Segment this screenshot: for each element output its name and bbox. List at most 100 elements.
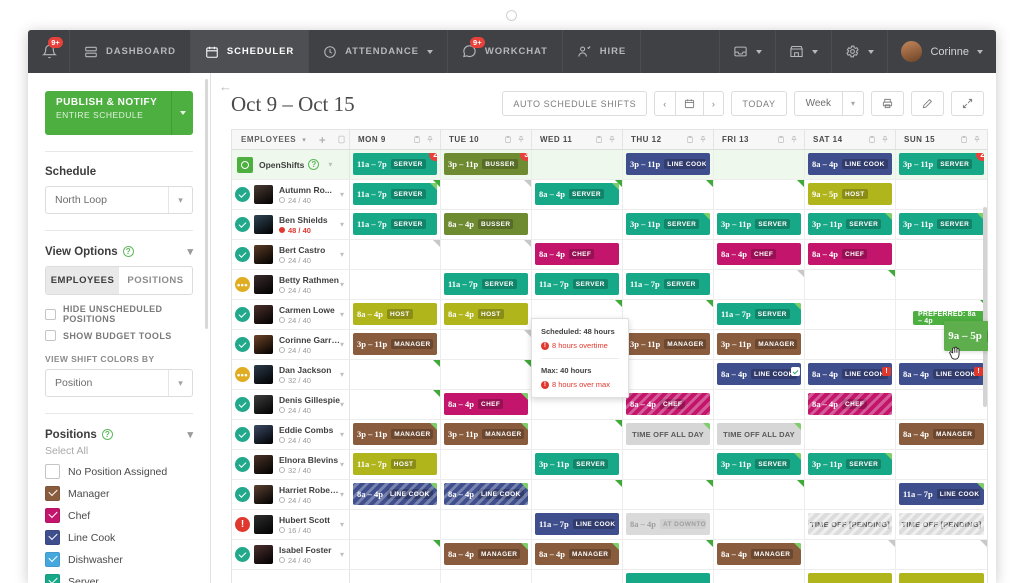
shift-block[interactable]: 8a – 4p CHEF — [444, 393, 528, 415]
shift-block[interactable]: 3p – 11p SERVER — [535, 453, 619, 475]
employee-cell[interactable]: Denis Gillespie 24 / 40 ▾ — [232, 390, 350, 419]
employee-cell[interactable]: ! Hubert Scott 16 / 40 ▾ — [232, 510, 350, 539]
schedule-cell[interactable]: 8a – 4p HOST — [350, 300, 441, 329]
schedule-cell[interactable]: 11a – 7p SERVER 2 — [350, 150, 441, 179]
shift-block[interactable]: 3p – 11p MANAGER — [353, 423, 437, 445]
schedule-cell[interactable] — [623, 540, 714, 569]
day-header-5[interactable]: SAT 14 — [805, 130, 896, 149]
shift-block[interactable]: 8a – 4p LINE COOK! — [899, 363, 984, 385]
day-header-0[interactable]: MON 9 — [350, 130, 441, 149]
shift-block[interactable]: 11a – 7p SERVER — [353, 183, 437, 205]
schedule-cell[interactable]: 3p – 11p MANAGER — [350, 330, 441, 359]
employee-cell[interactable]: OpenShifts? ▾ — [232, 150, 350, 179]
date-picker-button[interactable] — [675, 91, 704, 116]
schedule-cell[interactable]: 8a – 4p MANAGER — [896, 420, 987, 449]
shift-block[interactable]: 8a – 4p MANAGER — [535, 543, 619, 565]
clipboard-icon[interactable] — [868, 135, 876, 144]
nav-inbox[interactable] — [719, 30, 775, 73]
shift-block[interactable]: 3p – 11p SERVER — [808, 213, 892, 235]
schedule-cell[interactable] — [441, 240, 532, 269]
shift-block[interactable]: 11a – 7p LINE COOK — [899, 483, 984, 505]
schedule-cell[interactable]: 3p – 11p BUSSER 3 — [441, 150, 532, 179]
select-all-link[interactable]: Select All — [45, 445, 193, 457]
pin-icon[interactable] — [426, 135, 434, 144]
schedule-cell[interactable] — [532, 480, 623, 509]
tab-positions[interactable]: POSITIONS — [119, 267, 192, 294]
chevron-down-icon[interactable]: ▾ — [340, 550, 349, 559]
schedule-cell[interactable]: 3p – 11p SERVER — [896, 210, 987, 239]
fullscreen-button[interactable] — [951, 91, 984, 116]
position-row-server[interactable]: Server — [45, 574, 193, 583]
shift-block[interactable]: 8a – 4p BUSSER — [444, 213, 528, 235]
chevron-down-icon[interactable]: ▾ — [340, 220, 349, 229]
schedule-cell[interactable] — [805, 570, 896, 583]
schedule-cell[interactable]: 11a – 7p SERVER — [623, 270, 714, 299]
shift-block[interactable]: 3p – 11p MANAGER — [717, 333, 801, 355]
shift-block[interactable]: TIME OFF [PENDING] — [899, 513, 984, 535]
schedule-cell[interactable] — [532, 150, 623, 179]
schedule-cell[interactable] — [623, 180, 714, 209]
employee-cell[interactable]: Harriet Roberts 24 / 40 ▾ — [232, 480, 350, 509]
schedule-cell[interactable] — [623, 570, 714, 583]
schedule-cell[interactable] — [896, 450, 987, 479]
schedule-cell[interactable] — [350, 570, 441, 583]
schedule-cell[interactable] — [805, 420, 896, 449]
employee-cell[interactable]: Isabel Foster 24 / 40 ▾ — [232, 540, 350, 569]
schedule-cell[interactable]: 3p – 11p MANAGER — [623, 330, 714, 359]
schedule-cell[interactable]: 8a – 4p BUSSER — [441, 210, 532, 239]
shift-block[interactable]: TIME OFF ALL DAY — [626, 423, 710, 445]
pin-icon[interactable] — [608, 135, 616, 144]
chevron-down-icon[interactable]: ▾ — [842, 91, 864, 116]
schedule-cell[interactable]: 8a – 4p CHEF — [441, 390, 532, 419]
schedule-cell[interactable]: 8a – 4pLINE COOK — [441, 480, 532, 509]
checkbox-show-budget[interactable]: SHOW BUDGET TOOLS — [45, 330, 193, 341]
chevron-down-icon[interactable]: ▾ — [328, 160, 337, 169]
schedule-cell[interactable] — [350, 390, 441, 419]
shift-block[interactable]: 3p – 11p MANAGER — [626, 333, 710, 355]
employee-cell[interactable]: Carmen Lowe 24 / 40 ▾ — [232, 300, 350, 329]
schedule-select[interactable]: North Loop ▾ — [45, 186, 193, 214]
chevron-down-icon[interactable]: ▾ — [302, 136, 306, 144]
schedule-cell[interactable] — [805, 540, 896, 569]
clipboard-icon[interactable] — [686, 135, 694, 144]
schedule-cell[interactable]: 11a – 7p LINE COOK — [532, 510, 623, 539]
schedule-cell[interactable]: 3p – 11p MANAGER — [441, 420, 532, 449]
schedule-cell[interactable] — [532, 420, 623, 449]
schedule-cell[interactable] — [441, 180, 532, 209]
shift-block[interactable]: 8a – 4p CHEF — [808, 243, 892, 265]
nav-settings[interactable] — [831, 30, 887, 73]
position-row-chef[interactable]: Chef — [45, 508, 193, 523]
range-select[interactable]: Week ▾ — [793, 91, 864, 116]
chevron-down-icon[interactable]: ▾ — [187, 428, 193, 441]
employee-cell[interactable]: ••• Betty Rathmen 24 / 40 ▾ — [232, 270, 350, 299]
shift-block[interactable]: 11a – 7p SERVER 2 — [353, 153, 437, 175]
shift-block[interactable]: 8a – 4p HOST — [353, 303, 437, 325]
chevron-down-icon[interactable]: ▾ — [340, 280, 349, 289]
schedule-cell[interactable] — [714, 150, 805, 179]
clipboard-icon[interactable] — [595, 135, 603, 144]
nav-workchat[interactable]: 9+ WORKCHAT — [448, 30, 563, 73]
shift-block[interactable]: 8a – 4p MANAGER — [717, 543, 801, 565]
grid-scrollbar[interactable] — [983, 207, 987, 407]
shift-block[interactable]: 9a – 5p HOST — [808, 183, 892, 205]
schedule-cell[interactable]: TIME OFF [PENDING] — [805, 510, 896, 539]
shift-block[interactable]: 11a – 7p SERVER — [444, 273, 528, 295]
schedule-cell[interactable]: 3p – 11p SERVER — [714, 450, 805, 479]
clipboard-icon[interactable] — [960, 135, 968, 144]
shift-block[interactable]: 3p – 11p LINE COOK — [626, 153, 710, 175]
edit-button[interactable] — [911, 91, 944, 116]
help-icon[interactable]: ? — [122, 246, 134, 257]
employee-cell[interactable]: Eddie Combs 24 / 40 ▾ — [232, 420, 350, 449]
shift-block[interactable]: 3p – 11p SERVER — [626, 213, 710, 235]
schedule-cell[interactable]: 8a – 4p CHEF — [805, 390, 896, 419]
nav-user-menu[interactable]: Corinne — [887, 30, 996, 73]
today-button[interactable]: TODAY — [731, 91, 787, 116]
schedule-cell[interactable] — [350, 360, 441, 389]
shift-block[interactable]: 3p – 11p SERVER 2 — [899, 153, 984, 175]
chevron-down-icon[interactable]: ▾ — [340, 430, 349, 439]
shift-block[interactable] — [808, 573, 892, 583]
schedule-cell[interactable] — [896, 540, 987, 569]
schedule-cell[interactable] — [623, 480, 714, 509]
copy-icon[interactable] — [337, 135, 346, 144]
shift-block[interactable]: 3p – 11p BUSSER 3 — [444, 153, 528, 175]
